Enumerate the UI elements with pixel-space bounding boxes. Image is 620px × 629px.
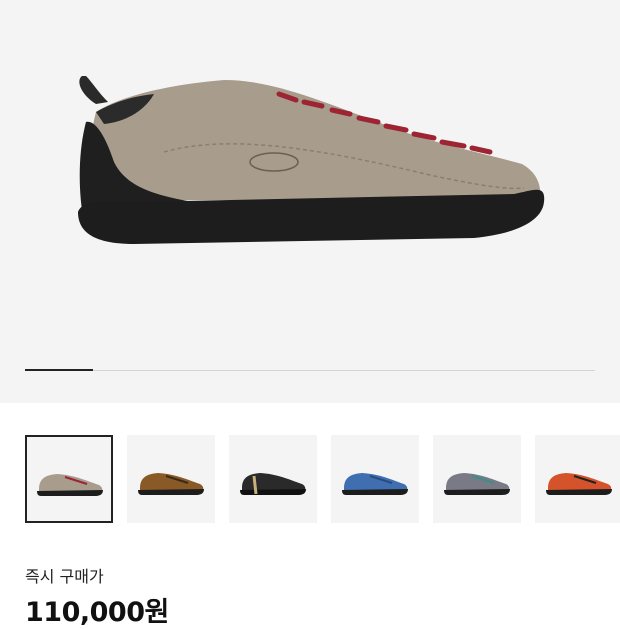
shoe-thumb-orange-icon [546,473,612,495]
shoe-thumb-blue-icon [342,473,408,495]
color-thumbnail-orange[interactable] [535,435,620,523]
shoe-upper [89,80,541,200]
color-thumbnail-taupe[interactable] [25,435,113,523]
shoe-thumb-black-icon [240,473,306,495]
shoe-thumb-gray-icon [444,473,510,495]
heel-pull-loop [79,76,108,104]
color-thumbnail-blue[interactable] [331,435,419,523]
shoe-thumb-taupe-icon [37,474,103,496]
instant-buy-price: 110,000원 [25,597,169,628]
shoe-thumb-brown-icon [138,473,204,495]
instant-buy-price-label: 즉시 구매가 [25,567,104,586]
color-thumbnail-list [25,435,620,525]
color-thumbnail-brown[interactable] [127,435,215,523]
image-slider-progress [25,369,93,371]
shoe-image [78,76,545,244]
image-slider-track[interactable] [25,369,595,371]
product-image-area[interactable] [0,0,620,403]
color-thumbnail-black[interactable] [229,435,317,523]
color-thumbnail-gray[interactable] [433,435,521,523]
